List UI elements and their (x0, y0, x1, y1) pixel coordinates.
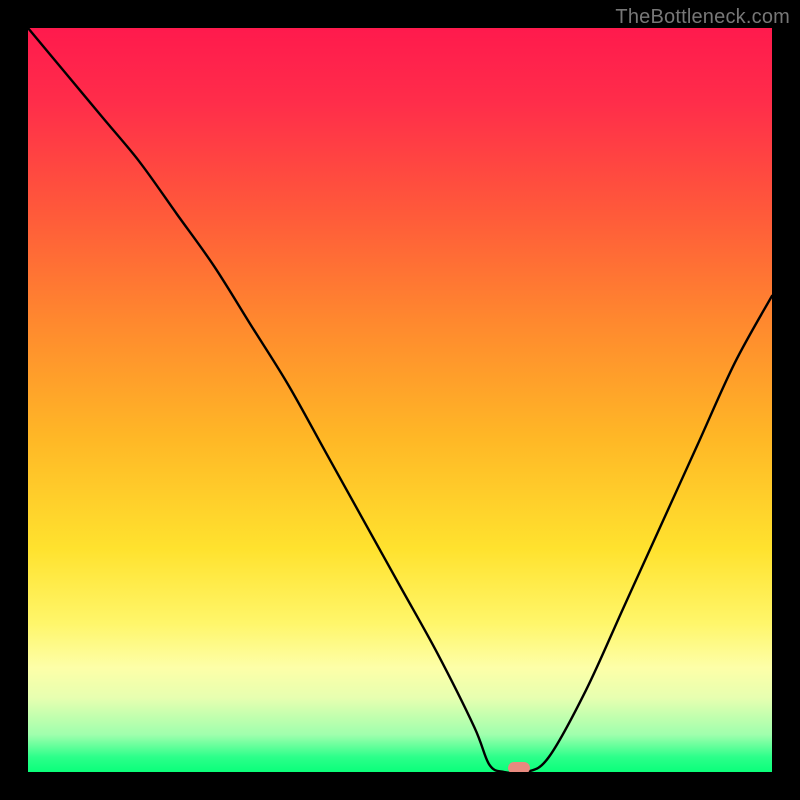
plot-area (28, 28, 772, 772)
optimum-marker (508, 762, 530, 772)
watermark-text: TheBottleneck.com (615, 6, 790, 29)
chart-frame: TheBottleneck.com (0, 0, 800, 800)
bottleneck-curve (28, 28, 772, 772)
